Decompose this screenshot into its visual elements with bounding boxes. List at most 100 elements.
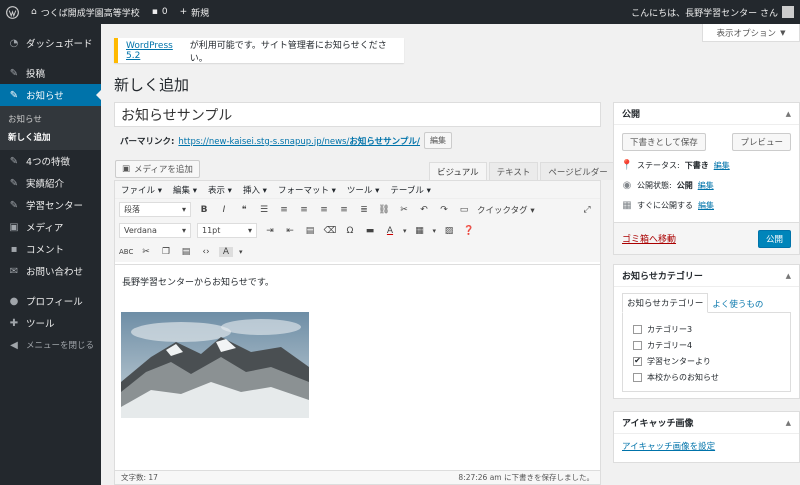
omega-icon[interactable]: Ω: [343, 226, 357, 236]
site-name-link[interactable]: ⌂ つくば開成学園高等学校: [25, 0, 146, 24]
bullet-list-icon[interactable]: ☰: [257, 205, 271, 215]
copy-icon[interactable]: ❐: [159, 247, 173, 257]
screen-options-button[interactable]: 表示オプション ▼: [702, 24, 800, 42]
sidebar-item-posts[interactable]: ✎ 投稿: [0, 62, 101, 84]
blockquote-icon[interactable]: ❝: [237, 205, 251, 215]
tab-all-categories[interactable]: お知らせカテゴリー: [622, 293, 709, 313]
checkbox[interactable]: [633, 340, 642, 350]
sidebar-item-results[interactable]: ✎ 実績紹介: [0, 172, 101, 194]
save-draft-button[interactable]: 下書きとして保存: [622, 133, 706, 151]
visibility-value: 公開: [676, 180, 693, 190]
sidebar-item-notices[interactable]: ✎ お知らせ: [0, 84, 101, 106]
align-right-icon[interactable]: ≡: [337, 205, 351, 215]
horizontal-rule-icon[interactable]: ▬: [363, 226, 377, 236]
menu-edit[interactable]: 編集 ▾: [173, 184, 197, 196]
edit-status-link[interactable]: 編集: [714, 160, 730, 171]
post-title-input[interactable]: お知らせサンプル: [114, 102, 601, 127]
cut-icon[interactable]: ✂: [139, 247, 153, 257]
add-media-button[interactable]: ▣ メディアを追加: [115, 160, 200, 178]
sidebar-item-features[interactable]: ✎ 4つの特徴: [0, 150, 101, 172]
wordpress-update-link[interactable]: WordPress 5.2: [126, 41, 190, 61]
sidebar-item-dashboard[interactable]: ◔ ダッシュボード: [0, 32, 101, 54]
strikethrough-icon[interactable]: ABC: [119, 248, 133, 256]
permalink-link[interactable]: https://new-kaisei.stg-s.snapup.jp/news/…: [178, 135, 420, 147]
format-select[interactable]: 段落 ▾: [119, 202, 191, 217]
paste-text-icon[interactable]: ▤: [179, 247, 193, 257]
caret-up-icon[interactable]: ▲: [786, 419, 791, 427]
preview-button[interactable]: プレビュー: [732, 133, 791, 151]
permalink-edit-button[interactable]: 編集: [424, 132, 453, 149]
sidebar-item-contact[interactable]: ✉ お問い合わせ: [0, 260, 101, 282]
tab-page-builder[interactable]: ページビルダー: [540, 162, 616, 180]
checkbox[interactable]: [633, 324, 642, 334]
outdent-icon[interactable]: ⇤: [283, 226, 297, 236]
abc-icon[interactable]: ▭: [457, 205, 471, 215]
background-color-icon[interactable]: A: [219, 246, 233, 257]
menu-format[interactable]: フォーマット ▾: [278, 184, 336, 196]
edit-visibility-link[interactable]: 編集: [698, 180, 714, 191]
menu-insert[interactable]: 挿入 ▾: [243, 184, 267, 196]
new-content-link[interactable]: + 新規: [174, 0, 216, 24]
menu-view[interactable]: 表示 ▾: [208, 184, 232, 196]
sidebar-item-tools[interactable]: ✚ ツール: [0, 312, 101, 334]
help-icon[interactable]: ❓: [462, 226, 476, 236]
menu-tools[interactable]: ツール ▾: [347, 184, 379, 196]
align-center-icon[interactable]: ≡: [317, 205, 331, 215]
checkbox-checked[interactable]: ✔: [633, 356, 642, 366]
draft-saved-status: 8:27:26 am に下書きを保存しました。: [458, 473, 594, 482]
justify-icon[interactable]: ≣: [357, 205, 371, 215]
undo-icon[interactable]: ↶: [417, 205, 431, 215]
home-icon: ⌂: [31, 7, 37, 17]
font-family-select[interactable]: Verdana ▾: [119, 223, 191, 238]
category-item[interactable]: 本校からのお知らせ: [633, 369, 780, 385]
category-item[interactable]: カテゴリー4: [633, 337, 780, 353]
submenu-item-notices[interactable]: お知らせ: [0, 110, 101, 128]
fullscreen-icon[interactable]: ⤢: [580, 205, 594, 215]
eraser-icon[interactable]: ⌫: [323, 226, 337, 236]
categories-box-header[interactable]: お知らせカテゴリー ▲: [614, 265, 799, 287]
category-item[interactable]: カテゴリー3: [633, 321, 780, 337]
set-featured-image-link[interactable]: アイキャッチ画像を設定: [622, 442, 715, 452]
redo-icon[interactable]: ↷: [437, 205, 451, 215]
link-icon[interactable]: ⛓: [377, 205, 391, 215]
edit-schedule-link[interactable]: 編集: [698, 200, 714, 211]
publish-button[interactable]: 公開: [757, 229, 791, 248]
tab-most-used[interactable]: よく使うもの: [708, 295, 767, 313]
sidebar-item-media[interactable]: ▣ メディア: [0, 216, 101, 238]
tab-visual[interactable]: ビジュアル: [429, 162, 487, 180]
indent-icon[interactable]: ⇥: [263, 226, 277, 236]
collapse-menu-button[interactable]: ◀ メニューを閉じる: [0, 334, 101, 356]
menu-file[interactable]: ファイル ▾: [121, 184, 162, 196]
comments-link[interactable]: ▪ 0: [146, 0, 174, 24]
content-text: 長野学習センターからお知らせです。: [122, 278, 274, 288]
sidebar-item-profile[interactable]: ● プロフィール: [0, 290, 101, 312]
paste-icon[interactable]: ▤: [303, 226, 317, 236]
text-color-icon[interactable]: A: [383, 226, 397, 236]
publish-box-header[interactable]: 公開 ▲: [614, 103, 799, 125]
italic-icon[interactable]: I: [217, 205, 231, 215]
quick-tags-dropdown[interactable]: クイックタグ ▾: [477, 204, 535, 216]
font-size-select[interactable]: 11pt ▾: [197, 223, 257, 238]
submenu-item-add-new[interactable]: 新しく追加: [0, 128, 101, 146]
tab-text[interactable]: テキスト: [488, 162, 539, 180]
account-menu[interactable]: こんにちは、長野学習センター さん: [625, 0, 800, 24]
image-icon[interactable]: ▨: [442, 226, 456, 236]
editor-content-area[interactable]: 長野学習センターからお知らせです。: [115, 264, 600, 474]
table-icon[interactable]: ▦: [413, 226, 427, 236]
featured-image-header[interactable]: アイキャッチ画像 ▲: [614, 412, 799, 434]
checkbox[interactable]: [633, 372, 642, 382]
code-icon[interactable]: ‹›: [199, 247, 213, 257]
wordpress-logo[interactable]: [0, 0, 25, 24]
trash-link[interactable]: ゴミ箱へ移動: [622, 232, 676, 245]
bold-icon[interactable]: B: [197, 205, 211, 215]
align-left-icon[interactable]: ≡: [297, 205, 311, 215]
sidebar-item-learning-center[interactable]: ✎ 学習センター: [0, 194, 101, 216]
toolbar-row-2: Verdana ▾ 11pt ▾ ⇥ ⇤ ▤ ⌫ Ω ▬ A ▾ ▦ ▾ ▨ ❓: [115, 220, 600, 241]
category-item[interactable]: ✔ 学習センターより: [633, 353, 780, 369]
menu-table[interactable]: テーブル ▾: [390, 184, 430, 196]
caret-up-icon[interactable]: ▲: [786, 272, 791, 280]
sidebar-item-comments[interactable]: ▪ コメント: [0, 238, 101, 260]
caret-up-icon[interactable]: ▲: [786, 110, 791, 118]
numbered-list-icon[interactable]: ≡: [277, 205, 291, 215]
unlink-icon[interactable]: ✂: [397, 205, 411, 215]
